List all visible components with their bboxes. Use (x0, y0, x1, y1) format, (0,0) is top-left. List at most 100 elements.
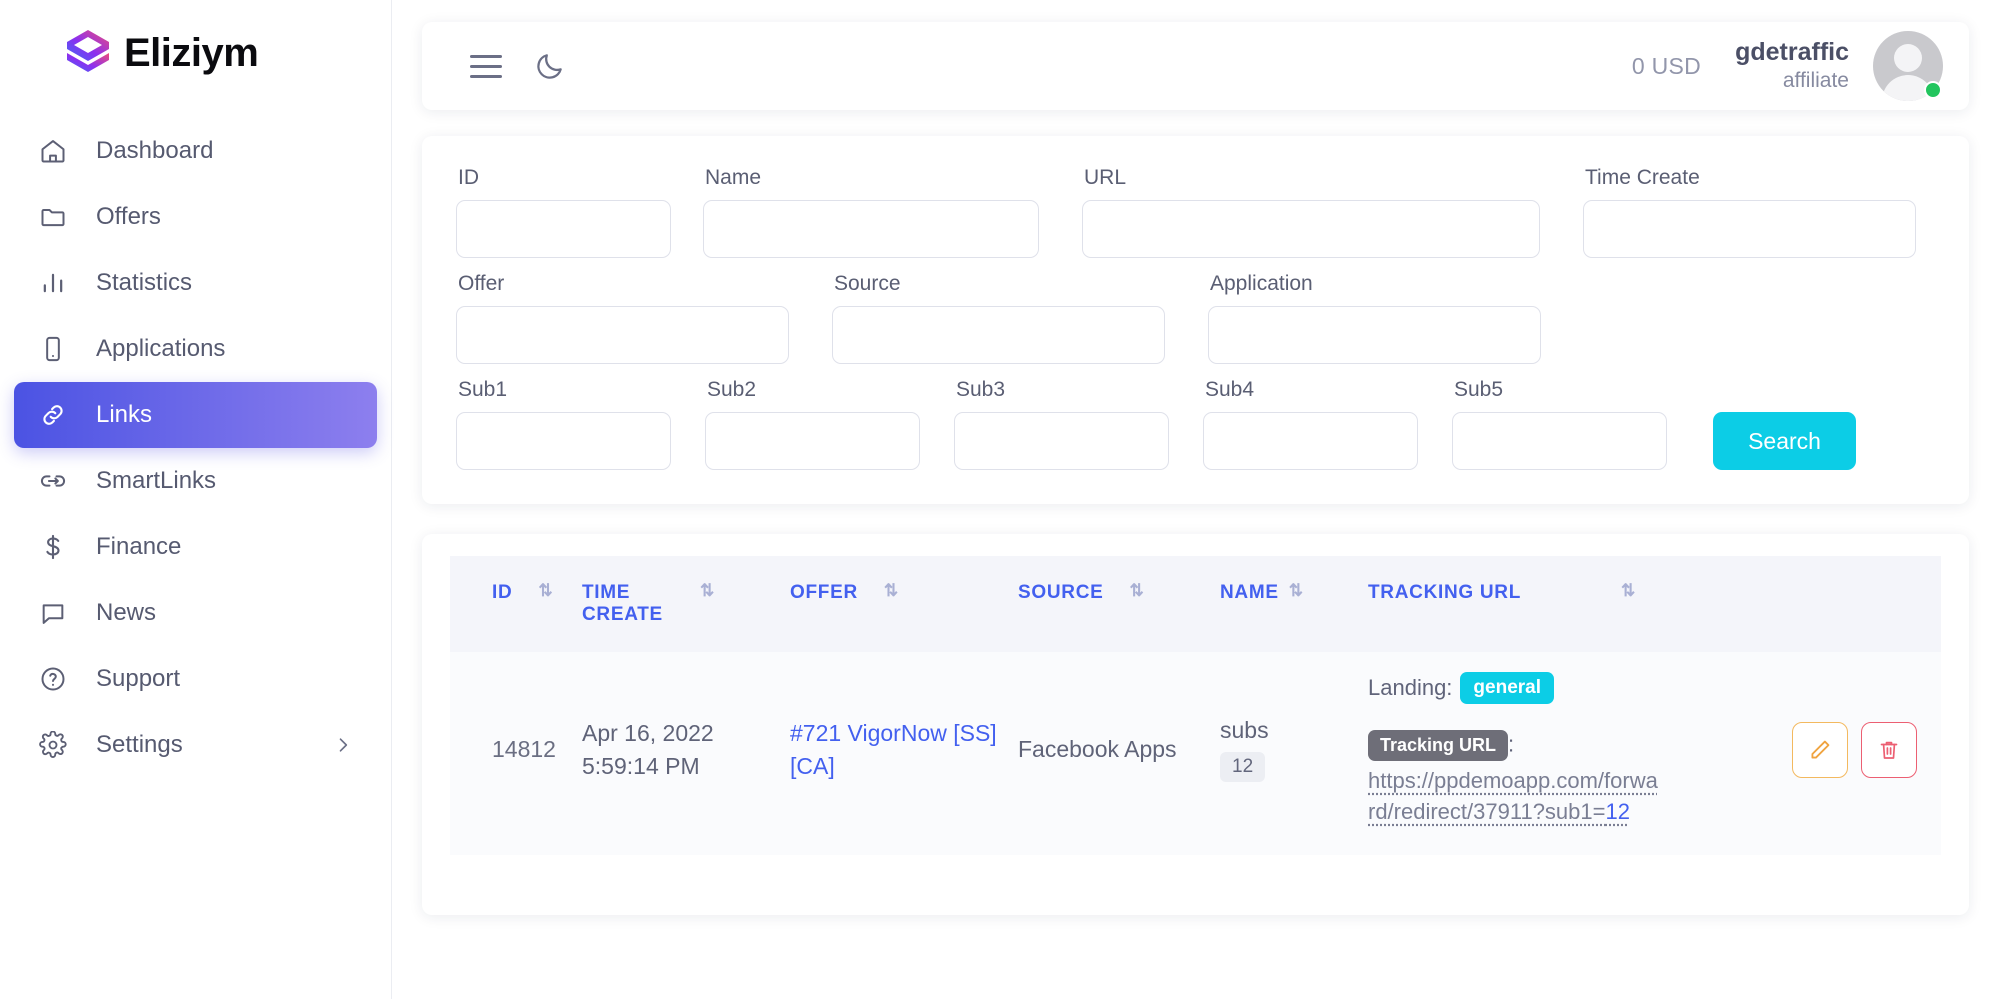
sidebar-item-label: Links (96, 401, 153, 428)
moon-icon[interactable] (534, 50, 566, 82)
sidebar-item-news[interactable]: News (14, 580, 377, 646)
sidebar-item-links[interactable]: Links (14, 382, 377, 448)
sub2-input[interactable] (705, 412, 920, 470)
table-header-row: ID ⇅ TIME CREATE ⇅ OFFER ⇅ SOURCE ⇅ NAME… (450, 556, 1941, 652)
sidebar-item-offers[interactable]: Offers (14, 184, 377, 250)
brand-name: Eliziym (124, 30, 259, 75)
sub5-input[interactable] (1452, 412, 1667, 470)
hamburger-menu-icon[interactable] (470, 54, 502, 78)
sub3-input[interactable] (954, 412, 1169, 470)
sort-updown-icon[interactable]: ⇅ (1289, 582, 1303, 599)
offer-link[interactable]: #721 VigorNow [SS] [CA] (790, 717, 1004, 782)
sub4-input[interactable] (1203, 412, 1418, 470)
chevron-right-icon[interactable] (333, 735, 353, 755)
source-input[interactable] (832, 306, 1165, 364)
landing-row: Landing: general (1368, 672, 1659, 704)
landing-badge: general (1460, 672, 1555, 704)
filter-label: Application (1210, 272, 1313, 295)
brand-logo[interactable]: Eliziym (0, 0, 391, 88)
trash-delete-icon (1880, 741, 1898, 759)
filter-label: Sub3 (956, 378, 1006, 401)
url-input[interactable] (1082, 200, 1540, 258)
column-header-tracking-url[interactable]: TRACKING URL ⇅ (1368, 556, 1673, 652)
filter-label: ID (458, 166, 479, 189)
sidebar-nav: Dashboard Offers Statistics Applications… (0, 118, 391, 778)
search-button[interactable]: Search (1713, 412, 1856, 470)
column-label: TRACKING URL (1368, 582, 1521, 603)
filter-label: Source (834, 272, 901, 295)
chat-bubble-icon (36, 599, 70, 627)
sort-updown-icon[interactable]: ⇅ (1621, 582, 1635, 599)
filter-field-sub3: Sub3 (954, 378, 1169, 470)
sort-updown-icon[interactable]: ⇅ (884, 582, 898, 599)
gear-icon (36, 731, 70, 759)
filter-label: Offer (458, 272, 505, 295)
tracking-colon: : (1508, 731, 1515, 757)
sidebar-item-dashboard[interactable]: Dashboard (14, 118, 377, 184)
sidebar-item-label: Offers (96, 203, 161, 230)
edit-button[interactable] (1792, 721, 1848, 778)
name-count-badge: 12 (1220, 752, 1266, 783)
filter-field-application: Application (1208, 272, 1541, 364)
filter-label: Sub4 (1205, 378, 1255, 401)
time-create-input[interactable] (1583, 200, 1916, 258)
dollar-icon (36, 533, 70, 561)
tracking-url-link[interactable]: https://ppdemoapp.com/forward/redirect/3… (1368, 768, 1658, 824)
filter-row-1: ID Name URL Time Create (456, 166, 1935, 258)
filter-field-name: Name (703, 166, 1039, 258)
sidebar: Eliziym Dashboard Offers Statistics Appl… (0, 0, 392, 999)
sort-updown-icon[interactable]: ⇅ (700, 582, 714, 599)
top-header-bar: 0 USD gdetraffic affiliate (422, 22, 1969, 110)
application-input[interactable] (1208, 306, 1541, 364)
table-head: ID ⇅ TIME CREATE ⇅ OFFER ⇅ SOURCE ⇅ NAME… (450, 556, 1941, 652)
id-input[interactable] (456, 200, 671, 258)
filter-label: URL (1084, 166, 1127, 189)
filter-field-id: ID (456, 166, 671, 258)
sort-updown-icon[interactable]: ⇅ (1130, 582, 1144, 599)
delete-button[interactable] (1861, 721, 1917, 778)
filter-label: Sub5 (1454, 378, 1504, 401)
cell-time-create: Apr 16, 2022 5:59:14 PM (582, 652, 790, 856)
filter-label: Time Create (1585, 166, 1700, 189)
cell-source: Facebook Apps (1018, 652, 1220, 856)
sub1-input[interactable] (456, 412, 671, 470)
filter-field-source: Source (832, 272, 1165, 364)
sidebar-item-support[interactable]: Support (14, 646, 377, 712)
filter-row-3: Sub1 Sub2 Sub3 Sub4 Sub5 Search (456, 378, 1935, 470)
column-header-source[interactable]: SOURCE ⇅ (1018, 556, 1220, 652)
user-name: gdetraffic (1735, 37, 1849, 66)
sidebar-item-label: News (96, 599, 157, 626)
filter-field-url: URL (1082, 166, 1540, 258)
filter-field-time-create: Time Create (1583, 166, 1916, 258)
user-role: affiliate (1782, 68, 1849, 92)
name-text: subs (1220, 717, 1269, 744)
filters-panel: ID Name URL Time Create Offer Source App… (422, 136, 1969, 504)
header-user-area: 0 USD gdetraffic affiliate (1632, 31, 1969, 101)
avatar[interactable] (1873, 31, 1943, 101)
filter-field-offer: Offer (456, 272, 789, 364)
column-label: OFFER (790, 582, 858, 603)
sidebar-item-statistics[interactable]: Statistics (14, 250, 377, 316)
sort-updown-icon[interactable]: ⇅ (538, 582, 552, 599)
balance-amount: 0 USD (1631, 52, 1702, 79)
sidebar-item-smartlinks[interactable]: SmartLinks (14, 448, 377, 514)
user-info[interactable]: gdetraffic affiliate (1735, 38, 1849, 94)
bar-chart-icon (36, 269, 70, 297)
pencil-edit-icon (1811, 740, 1830, 759)
column-header-time-create[interactable]: TIME CREATE ⇅ (582, 556, 790, 652)
sidebar-item-label: Settings (96, 731, 183, 758)
column-header-id[interactable]: ID ⇅ (450, 556, 582, 652)
links-table: ID ⇅ TIME CREATE ⇅ OFFER ⇅ SOURCE ⇅ NAME… (450, 556, 1941, 856)
column-header-name[interactable]: NAME ⇅ (1220, 556, 1368, 652)
table-row: 14812 Apr 16, 2022 5:59:14 PM #721 Vigor… (450, 652, 1941, 856)
filter-row-2: Offer Source Application (456, 272, 1935, 364)
filter-field-sub2: Sub2 (705, 378, 920, 470)
sidebar-item-finance[interactable]: Finance (14, 514, 377, 580)
column-header-offer[interactable]: OFFER ⇅ (790, 556, 1018, 652)
offer-input[interactable] (456, 306, 789, 364)
name-input[interactable] (703, 200, 1039, 258)
column-header-actions (1673, 556, 1941, 652)
link-icon (36, 401, 70, 429)
sidebar-item-applications[interactable]: Applications (14, 316, 377, 382)
sidebar-item-settings[interactable]: Settings (14, 712, 377, 778)
